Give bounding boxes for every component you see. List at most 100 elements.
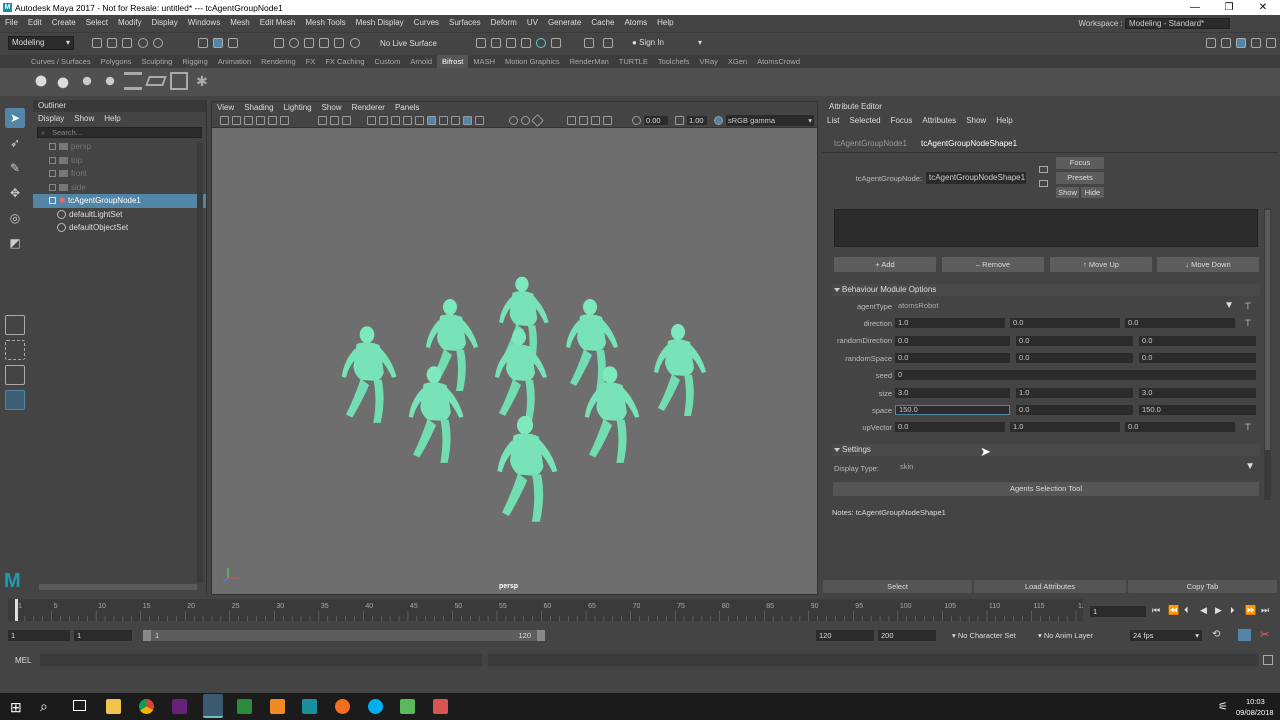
history-icon[interactable] [476, 38, 486, 48]
preferences-icon[interactable]: ✂ [1260, 628, 1269, 641]
step-back-frame-icon[interactable]: ⏴ [1184, 605, 1189, 616]
scene-end-field[interactable]: 200 [878, 630, 936, 641]
ae-menu-list[interactable]: List [822, 114, 844, 127]
size-z-field[interactable]: 3.0 [1139, 388, 1256, 398]
outliner-horizontal-scrollbar[interactable] [39, 584, 197, 590]
menu-atoms[interactable]: Atoms [619, 15, 652, 31]
redo-icon[interactable] [153, 38, 163, 48]
settings-section-header[interactable]: Settings [832, 444, 1260, 456]
outliner-item-top[interactable]: top [33, 154, 206, 168]
undo-icon[interactable] [138, 38, 148, 48]
shelf-tab-sculpting[interactable]: Sculpting [136, 55, 177, 68]
ae-menu-attributes[interactable]: Attributes [917, 114, 961, 127]
viewport-menu-show[interactable]: Show [317, 102, 347, 114]
range-slider[interactable]: 1 120 [143, 630, 545, 641]
expand-icon[interactable] [49, 170, 56, 178]
size-y-field[interactable]: 1.0 [1016, 388, 1133, 398]
exposure-value[interactable]: 0.00 [644, 116, 668, 125]
viewport-menu-panels[interactable]: Panels [390, 102, 424, 114]
shelf-tab-custom[interactable]: Custom [370, 55, 406, 68]
outliner-vertical-scrollbar[interactable] [197, 143, 203, 583]
tool-settings-icon[interactable] [1251, 38, 1261, 48]
time-slider[interactable]: 1 5 10 15 20 25 30 35 40 45 50 55 60 65 70 75 80 85 90 95 10… [0, 597, 1280, 623]
maya-alt-icon[interactable] [302, 699, 317, 714]
open-scene-icon[interactable] [107, 38, 117, 48]
upvector-x-field[interactable]: 0.0 [895, 422, 1005, 432]
visual-studio-icon[interactable] [172, 699, 187, 714]
isolate-select-icon[interactable] [567, 116, 576, 125]
fps-dropdown[interactable]: 24 fps ▾ [1130, 630, 1202, 641]
notes-area[interactable] [826, 518, 1276, 574]
menu-edit[interactable]: Edit [23, 15, 47, 31]
render-setup-icon[interactable] [551, 38, 561, 48]
shelf-tab-turtle[interactable]: TURTLE [614, 55, 653, 68]
remove-button[interactable]: – Remove [942, 257, 1044, 272]
shelf-tab-mash[interactable]: MASH [468, 55, 500, 68]
ae-menu-selected[interactable]: Selected [844, 114, 885, 127]
xray-components-icon[interactable] [603, 116, 612, 125]
task-view-icon[interactable] [73, 700, 86, 711]
menu-display[interactable]: Display [147, 15, 183, 31]
bifrost-emitter-icon[interactable] [78, 72, 96, 90]
grease-pencil-icon[interactable] [280, 116, 289, 125]
outliner-menu-help[interactable]: Help [99, 112, 125, 125]
step-back-key-icon[interactable]: ⏪ [1168, 605, 1179, 616]
safe-title-icon[interactable] [403, 116, 412, 125]
move-up-button[interactable]: ↑ Move Up [1050, 257, 1152, 272]
auto-key-icon[interactable] [1238, 629, 1251, 641]
randomdirection-y-field[interactable]: 0.0 [1016, 336, 1133, 346]
menu-generate[interactable]: Generate [543, 15, 586, 31]
render-settings-icon[interactable] [521, 38, 531, 48]
shelf-tab-vray[interactable]: VRay [695, 55, 723, 68]
menu-surfaces[interactable]: Surfaces [444, 15, 486, 31]
bifrost-kill-plane-icon[interactable] [145, 76, 167, 86]
tab-tcagentgroupnode1[interactable]: tcAgentGroupNode1 [834, 139, 907, 148]
two-view-layout-icon[interactable] [5, 365, 25, 385]
shelf-tab-rendering[interactable]: Rendering [256, 55, 301, 68]
bifrost-liquid-icon[interactable] [32, 72, 50, 90]
randomdirection-x-field[interactable]: 0.0 [895, 336, 1010, 346]
attribute-editor-scrollbar-thumb[interactable] [1265, 210, 1270, 450]
play-forward-icon[interactable]: ▶ [1215, 605, 1222, 616]
camera-select-icon[interactable] [220, 116, 229, 125]
script-editor-icon[interactable] [1263, 655, 1273, 665]
menu-mesh-display[interactable]: Mesh Display [351, 15, 409, 31]
outliner-menu-display[interactable]: Display [33, 112, 69, 125]
sign-in-dropdown[interactable]: ● Sign In ▾ [628, 36, 706, 50]
step-forward-key-icon[interactable]: ⏩ [1245, 605, 1256, 616]
outliner-menu-show[interactable]: Show [69, 112, 99, 125]
current-time-marker[interactable] [15, 599, 18, 621]
direction-y-field[interactable]: 0.0 [1010, 318, 1120, 328]
shelf-tab-bifrost[interactable]: Bifrost [437, 55, 469, 68]
scene-start-field[interactable]: 1 [8, 630, 70, 641]
single-view-layout-icon[interactable] [5, 315, 25, 335]
grid-icon[interactable] [318, 116, 327, 125]
outliner-layout-icon[interactable] [5, 390, 25, 410]
gamma-value[interactable]: 1.00 [687, 116, 707, 125]
hide-button[interactable]: Hide [1081, 187, 1104, 198]
select-hierarchy-icon[interactable] [198, 38, 208, 48]
resolution-gate-icon[interactable] [342, 116, 351, 125]
move-tool-icon[interactable]: ✥ [5, 183, 25, 203]
ambient-occlusion-icon[interactable] [509, 116, 518, 125]
outliner-item-tcagentgroupnode1[interactable]: ✱ tcAgentGroupNode1 [33, 194, 206, 208]
space-x-field[interactable]: 150.0 [895, 405, 1010, 415]
direction-x-field[interactable]: 1.0 [895, 318, 1005, 328]
use-all-lights-icon[interactable] [463, 116, 472, 125]
textured-icon[interactable] [451, 116, 460, 125]
film-gate-icon[interactable] [330, 116, 339, 125]
field-chart-icon[interactable] [379, 116, 388, 125]
close-button[interactable]: ✕ [1246, 0, 1280, 15]
paint-select-tool-icon[interactable]: ✎ [5, 158, 25, 178]
expand-icon[interactable] [49, 183, 56, 191]
safe-action-icon[interactable] [391, 116, 400, 125]
hypershade-icon[interactable] [536, 38, 546, 48]
render-icon[interactable] [491, 38, 501, 48]
select-button[interactable]: Select [823, 580, 972, 593]
snap-view-icon[interactable] [319, 38, 329, 48]
maximize-button[interactable]: ❐ [1212, 0, 1246, 15]
lasso-tool-icon[interactable]: ➶ [5, 133, 25, 153]
bifrost-collider-icon[interactable] [101, 72, 119, 90]
snap-grid-icon[interactable] [274, 38, 284, 48]
wireframe-icon[interactable] [415, 116, 424, 125]
